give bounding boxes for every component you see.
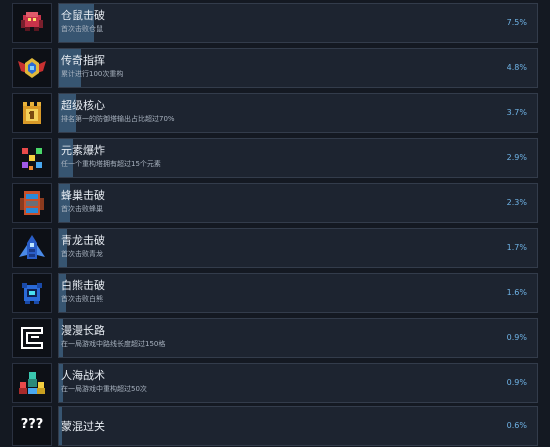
achievement-panel: 超级核心 排名第一的防御塔输出占比超过70% 3.7% (58, 93, 538, 133)
achievement-title: 蜂巢击破 (61, 189, 105, 202)
question-marks-text: ??? (20, 417, 44, 432)
winged-crest-icon (12, 48, 52, 88)
achievement-panel: 人海战术 在一局游戏中重构超过50次 0.9% (58, 363, 538, 403)
achievement-description: 首次击败仓鼠 (61, 25, 103, 33)
achievement-description: 在一局游戏中重构超过50次 (61, 385, 147, 393)
achievement-title: 青龙击破 (61, 234, 105, 247)
achievement-panel: 元素爆炸 任一个重构塔拥有超过15个元素 2.9% (58, 138, 538, 178)
achievement-title: 传奇指挥 (61, 54, 105, 67)
hive-robot-icon (12, 183, 52, 223)
achievement-row[interactable]: ??? 蒙混过关 0.6% (12, 406, 538, 446)
maze-path-icon (12, 318, 52, 358)
red-mech-icon (12, 3, 52, 43)
achievement-panel: 白熊击破 首次击败白熊 1.6% (58, 273, 538, 313)
achievement-row[interactable]: 蜂巢击破 首次击败蜂巢 2.3% (12, 183, 538, 223)
achievement-row[interactable]: 人海战术 在一局游戏中重构超过50次 0.9% (12, 363, 538, 403)
achievement-title: 白熊击破 (61, 279, 105, 292)
achievement-description: 首次击败蜂巢 (61, 205, 103, 213)
achievement-percent: 0.6% (506, 421, 527, 430)
achievement-description: 首次击败白熊 (61, 295, 103, 303)
achievement-row[interactable]: 白熊击破 首次击败白熊 1.6% (12, 273, 538, 313)
achievement-description: 累计进行100次重构 (61, 70, 124, 78)
achievement-panel: 漫漫长路 在一局游戏中路线长度超过150格 0.9% (58, 318, 538, 358)
achievement-percent: 0.9% (506, 333, 527, 342)
blue-dragon-ship-icon (12, 228, 52, 268)
achievement-row[interactable]: 漫漫长路 在一局游戏中路线长度超过150格 0.9% (12, 318, 538, 358)
blue-bear-bot-icon (12, 273, 52, 313)
achievement-description: 排名第一的防御塔输出占比超过70% (61, 115, 175, 123)
achievement-panel: 蒙混过关 0.6% (58, 406, 538, 446)
achievement-percent: 0.9% (506, 378, 527, 387)
achievement-description: 首次击败青龙 (61, 250, 103, 258)
achievement-panel: 青龙击破 首次击败青龙 1.7% (58, 228, 538, 268)
achievement-percent: 1.6% (506, 288, 527, 297)
gold-tower-icon (12, 93, 52, 133)
achievement-panel: 蜂巢击破 首次击败蜂巢 2.3% (58, 183, 538, 223)
achievement-description: 任一个重构塔拥有超过15个元素 (61, 160, 161, 168)
achievement-row[interactable]: 青龙击破 首次击败青龙 1.7% (12, 228, 538, 268)
achievement-percent: 7.5% (506, 18, 527, 27)
achievement-title: 仓鼠击破 (61, 9, 105, 22)
achievement-description: 在一局游戏中路线长度超过150格 (61, 340, 166, 348)
crowd-icon (12, 363, 52, 403)
achievement-title: 蒙混过关 (61, 420, 105, 433)
achievement-panel: 传奇指挥 累计进行100次重构 4.8% (58, 48, 538, 88)
achievement-percent: 2.9% (506, 153, 527, 162)
question-marks-icon: ??? (12, 406, 52, 446)
achievement-percent: 3.7% (506, 108, 527, 117)
achievement-row[interactable]: 仓鼠击破 首次击败仓鼠 7.5% (12, 3, 538, 43)
achievement-title: 元素爆炸 (61, 144, 105, 157)
achievement-title: 超级核心 (61, 99, 105, 112)
achievement-title: 人海战术 (61, 369, 105, 382)
achievement-percent: 1.7% (506, 243, 527, 252)
achievement-panel: 仓鼠击破 首次击败仓鼠 7.5% (58, 3, 538, 43)
achievement-percent: 4.8% (506, 63, 527, 72)
achievement-list: 仓鼠击破 首次击败仓鼠 7.5% 传奇指挥 累计进行100次重构 4.8% 超级… (0, 0, 550, 447)
achievement-title: 漫漫长路 (61, 324, 105, 337)
achievement-percent: 2.3% (506, 198, 527, 207)
achievement-row[interactable]: 超级核心 排名第一的防御塔输出占比超过70% 3.7% (12, 93, 538, 133)
achievement-row[interactable]: 元素爆炸 任一个重构塔拥有超过15个元素 2.9% (12, 138, 538, 178)
element-dice-icon (12, 138, 52, 178)
achievement-row[interactable]: 传奇指挥 累计进行100次重构 4.8% (12, 48, 538, 88)
